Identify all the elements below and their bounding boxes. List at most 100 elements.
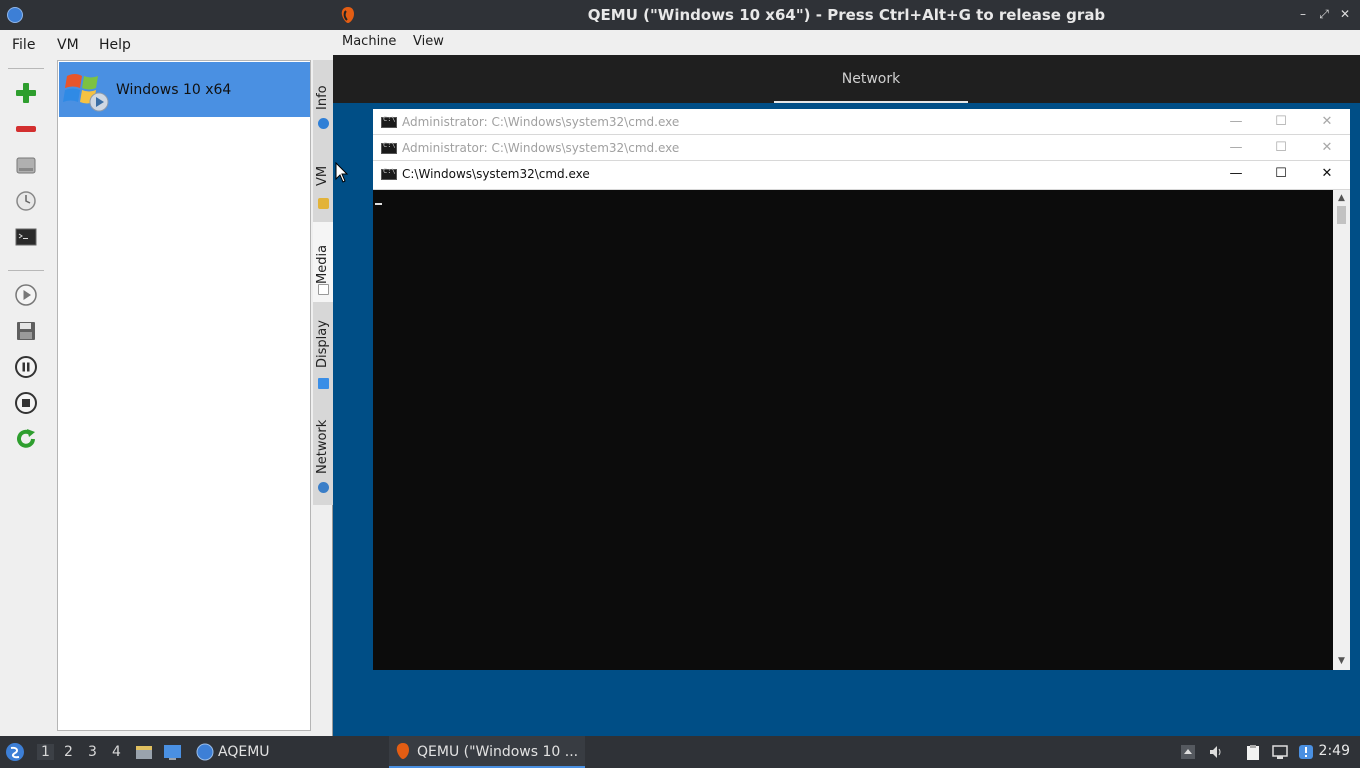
cmd-maximize-button[interactable]: ☐ xyxy=(1271,139,1291,157)
qemu-menubar: Machine View xyxy=(333,30,1360,55)
cmd-close-button[interactable]: ✕ xyxy=(1317,139,1337,157)
start-menu-icon[interactable] xyxy=(5,742,25,762)
cmd-close-button[interactable]: ✕ xyxy=(1317,113,1337,131)
hard-disk-icon xyxy=(16,157,36,174)
terminal-icon xyxy=(15,228,37,246)
cmd-minimize-button[interactable]: — xyxy=(1226,113,1246,131)
tab-vm-label: VM xyxy=(315,165,330,186)
clipboard-icon[interactable] xyxy=(1245,744,1261,760)
tab-info[interactable]: Info xyxy=(313,60,333,136)
stop-icon xyxy=(15,392,37,414)
pause-button[interactable] xyxy=(11,352,41,382)
qemu-titlebar[interactable]: QEMU ("Windows 10 x64") - Press Ctrl+Alt… xyxy=(333,0,1360,30)
aqemu-menubar: File VM Help xyxy=(0,30,333,60)
scrollbar-thumb[interactable] xyxy=(1337,206,1346,224)
media-tab-icon xyxy=(318,284,329,295)
tray-arrow-icon[interactable] xyxy=(1180,744,1196,760)
hard-disk-button[interactable] xyxy=(11,150,41,180)
vm-side-tabs: Info VM Media Display Network xyxy=(313,60,333,505)
snapshot-button[interactable] xyxy=(11,186,41,216)
taskbar-qemu[interactable]: QEMU ("Windows 10 ... xyxy=(389,736,585,768)
aqemu-toolbar xyxy=(0,60,52,736)
cmd-maximize-button[interactable]: ☐ xyxy=(1271,113,1291,131)
guest-network-tab[interactable]: Network xyxy=(774,55,968,103)
menu-help[interactable]: Help xyxy=(99,37,131,53)
aqemu-task-icon xyxy=(196,743,214,761)
info-tab-icon xyxy=(318,118,329,129)
menu-vm[interactable]: VM xyxy=(57,37,79,53)
tab-network-label: Network xyxy=(315,419,330,474)
stop-button[interactable] xyxy=(11,388,41,418)
cmd-minimize-button[interactable]: — xyxy=(1226,139,1246,157)
workspace-3[interactable]: 3 xyxy=(88,744,97,760)
remove-vm-icon xyxy=(16,126,36,132)
network-tray-icon[interactable] xyxy=(1272,744,1288,760)
tab-info-label: Info xyxy=(315,85,330,110)
cmd-minimize-button[interactable]: — xyxy=(1226,165,1246,183)
workspace-1[interactable]: 1 xyxy=(37,744,54,760)
taskbar-aqemu[interactable]: AQEMU xyxy=(196,736,270,768)
console-scrollbar[interactable]: ▲ ▼ xyxy=(1333,190,1350,670)
menu-machine[interactable]: Machine xyxy=(342,34,396,49)
scroll-up-icon[interactable]: ▲ xyxy=(1336,193,1347,203)
play-button[interactable] xyxy=(11,280,41,310)
guest-settings-header: Network xyxy=(333,55,1360,103)
save-state-button[interactable] xyxy=(11,316,41,346)
tab-display-label: Display xyxy=(315,320,330,368)
desktop-icon[interactable] xyxy=(163,743,182,761)
cmd-window-title: Administrator: C:\Windows\system32\cmd.e… xyxy=(402,115,680,129)
cmd-window-titlebar[interactable]: Administrator: C:\Windows\system32\cmd.e… xyxy=(373,109,1350,135)
windows-vm-icon xyxy=(63,74,109,112)
workspace-4[interactable]: 4 xyxy=(112,744,121,760)
cmd-icon xyxy=(381,115,397,128)
minimize-button[interactable]: – xyxy=(1296,7,1310,21)
qemu-window: QEMU ("Windows 10 x64") - Press Ctrl+Alt… xyxy=(333,0,1360,736)
file-manager-icon[interactable] xyxy=(135,743,153,761)
menu-view[interactable]: View xyxy=(413,34,444,49)
tab-media-label: Media xyxy=(315,244,330,284)
text-cursor xyxy=(375,203,382,205)
vm-list-item[interactable]: Windows 10 x64 xyxy=(59,62,310,117)
cmd-window-title: C:\Windows\system32\cmd.exe xyxy=(402,167,590,181)
volume-icon[interactable] xyxy=(1208,744,1224,760)
save-icon xyxy=(17,322,35,340)
reset-button[interactable] xyxy=(11,424,41,454)
notification-icon[interactable] xyxy=(1298,744,1314,760)
menu-file[interactable]: File xyxy=(12,37,35,53)
taskbar-aqemu-label: AQEMU xyxy=(218,744,270,760)
maximize-button[interactable]: ⤢ xyxy=(1317,7,1331,21)
network-tab-icon xyxy=(318,482,329,493)
mouse-cursor-icon xyxy=(335,162,349,183)
cmd-window-titlebar-active[interactable]: C:\Windows\system32\cmd.exe — ☐ ✕ xyxy=(373,161,1350,190)
vm-list: Windows 10 x64 xyxy=(57,60,311,731)
cmd-icon xyxy=(381,167,397,180)
vm-name: Windows 10 x64 xyxy=(116,82,232,98)
aqemu-titlebar[interactable] xyxy=(0,0,333,30)
guest-display[interactable]: Network Administrator: C:\Windows\system… xyxy=(333,55,1360,736)
add-vm-icon xyxy=(16,83,36,103)
workspace-2[interactable]: 2 xyxy=(64,744,73,760)
clock: 2:49 xyxy=(1318,743,1350,759)
aqemu-window: File VM Help Windows 10 x64 Info VM Medi… xyxy=(0,0,333,736)
tab-media[interactable]: Media xyxy=(313,222,333,302)
terminal-button[interactable] xyxy=(11,222,41,252)
qemu-task-icon xyxy=(396,743,409,759)
taskbar-qemu-label: QEMU ("Windows 10 ... xyxy=(417,744,579,760)
tab-display[interactable]: Display xyxy=(313,306,333,390)
cmd-maximize-button[interactable]: ☐ xyxy=(1271,165,1291,183)
add-vm-button[interactable] xyxy=(11,78,41,108)
aqemu-logo-icon xyxy=(7,7,23,23)
cmd-window-titlebar[interactable]: Administrator: C:\Windows\system32\cmd.e… xyxy=(373,135,1350,161)
cmd-icon xyxy=(381,141,397,154)
clock-icon xyxy=(16,191,36,211)
cmd-close-button[interactable]: ✕ xyxy=(1317,165,1337,183)
display-tab-icon xyxy=(318,378,329,389)
qemu-window-title: QEMU ("Windows 10 x64") - Press Ctrl+Alt… xyxy=(587,6,1106,24)
remove-vm-button[interactable] xyxy=(11,114,41,144)
tab-vm[interactable]: VM xyxy=(313,140,333,218)
cmd-console[interactable]: ▲ ▼ xyxy=(373,190,1350,670)
close-button[interactable]: ✕ xyxy=(1338,7,1352,21)
tab-network[interactable]: Network xyxy=(313,394,333,502)
cmd-window-title: Administrator: C:\Windows\system32\cmd.e… xyxy=(402,141,680,155)
scroll-down-icon[interactable]: ▼ xyxy=(1336,656,1347,666)
